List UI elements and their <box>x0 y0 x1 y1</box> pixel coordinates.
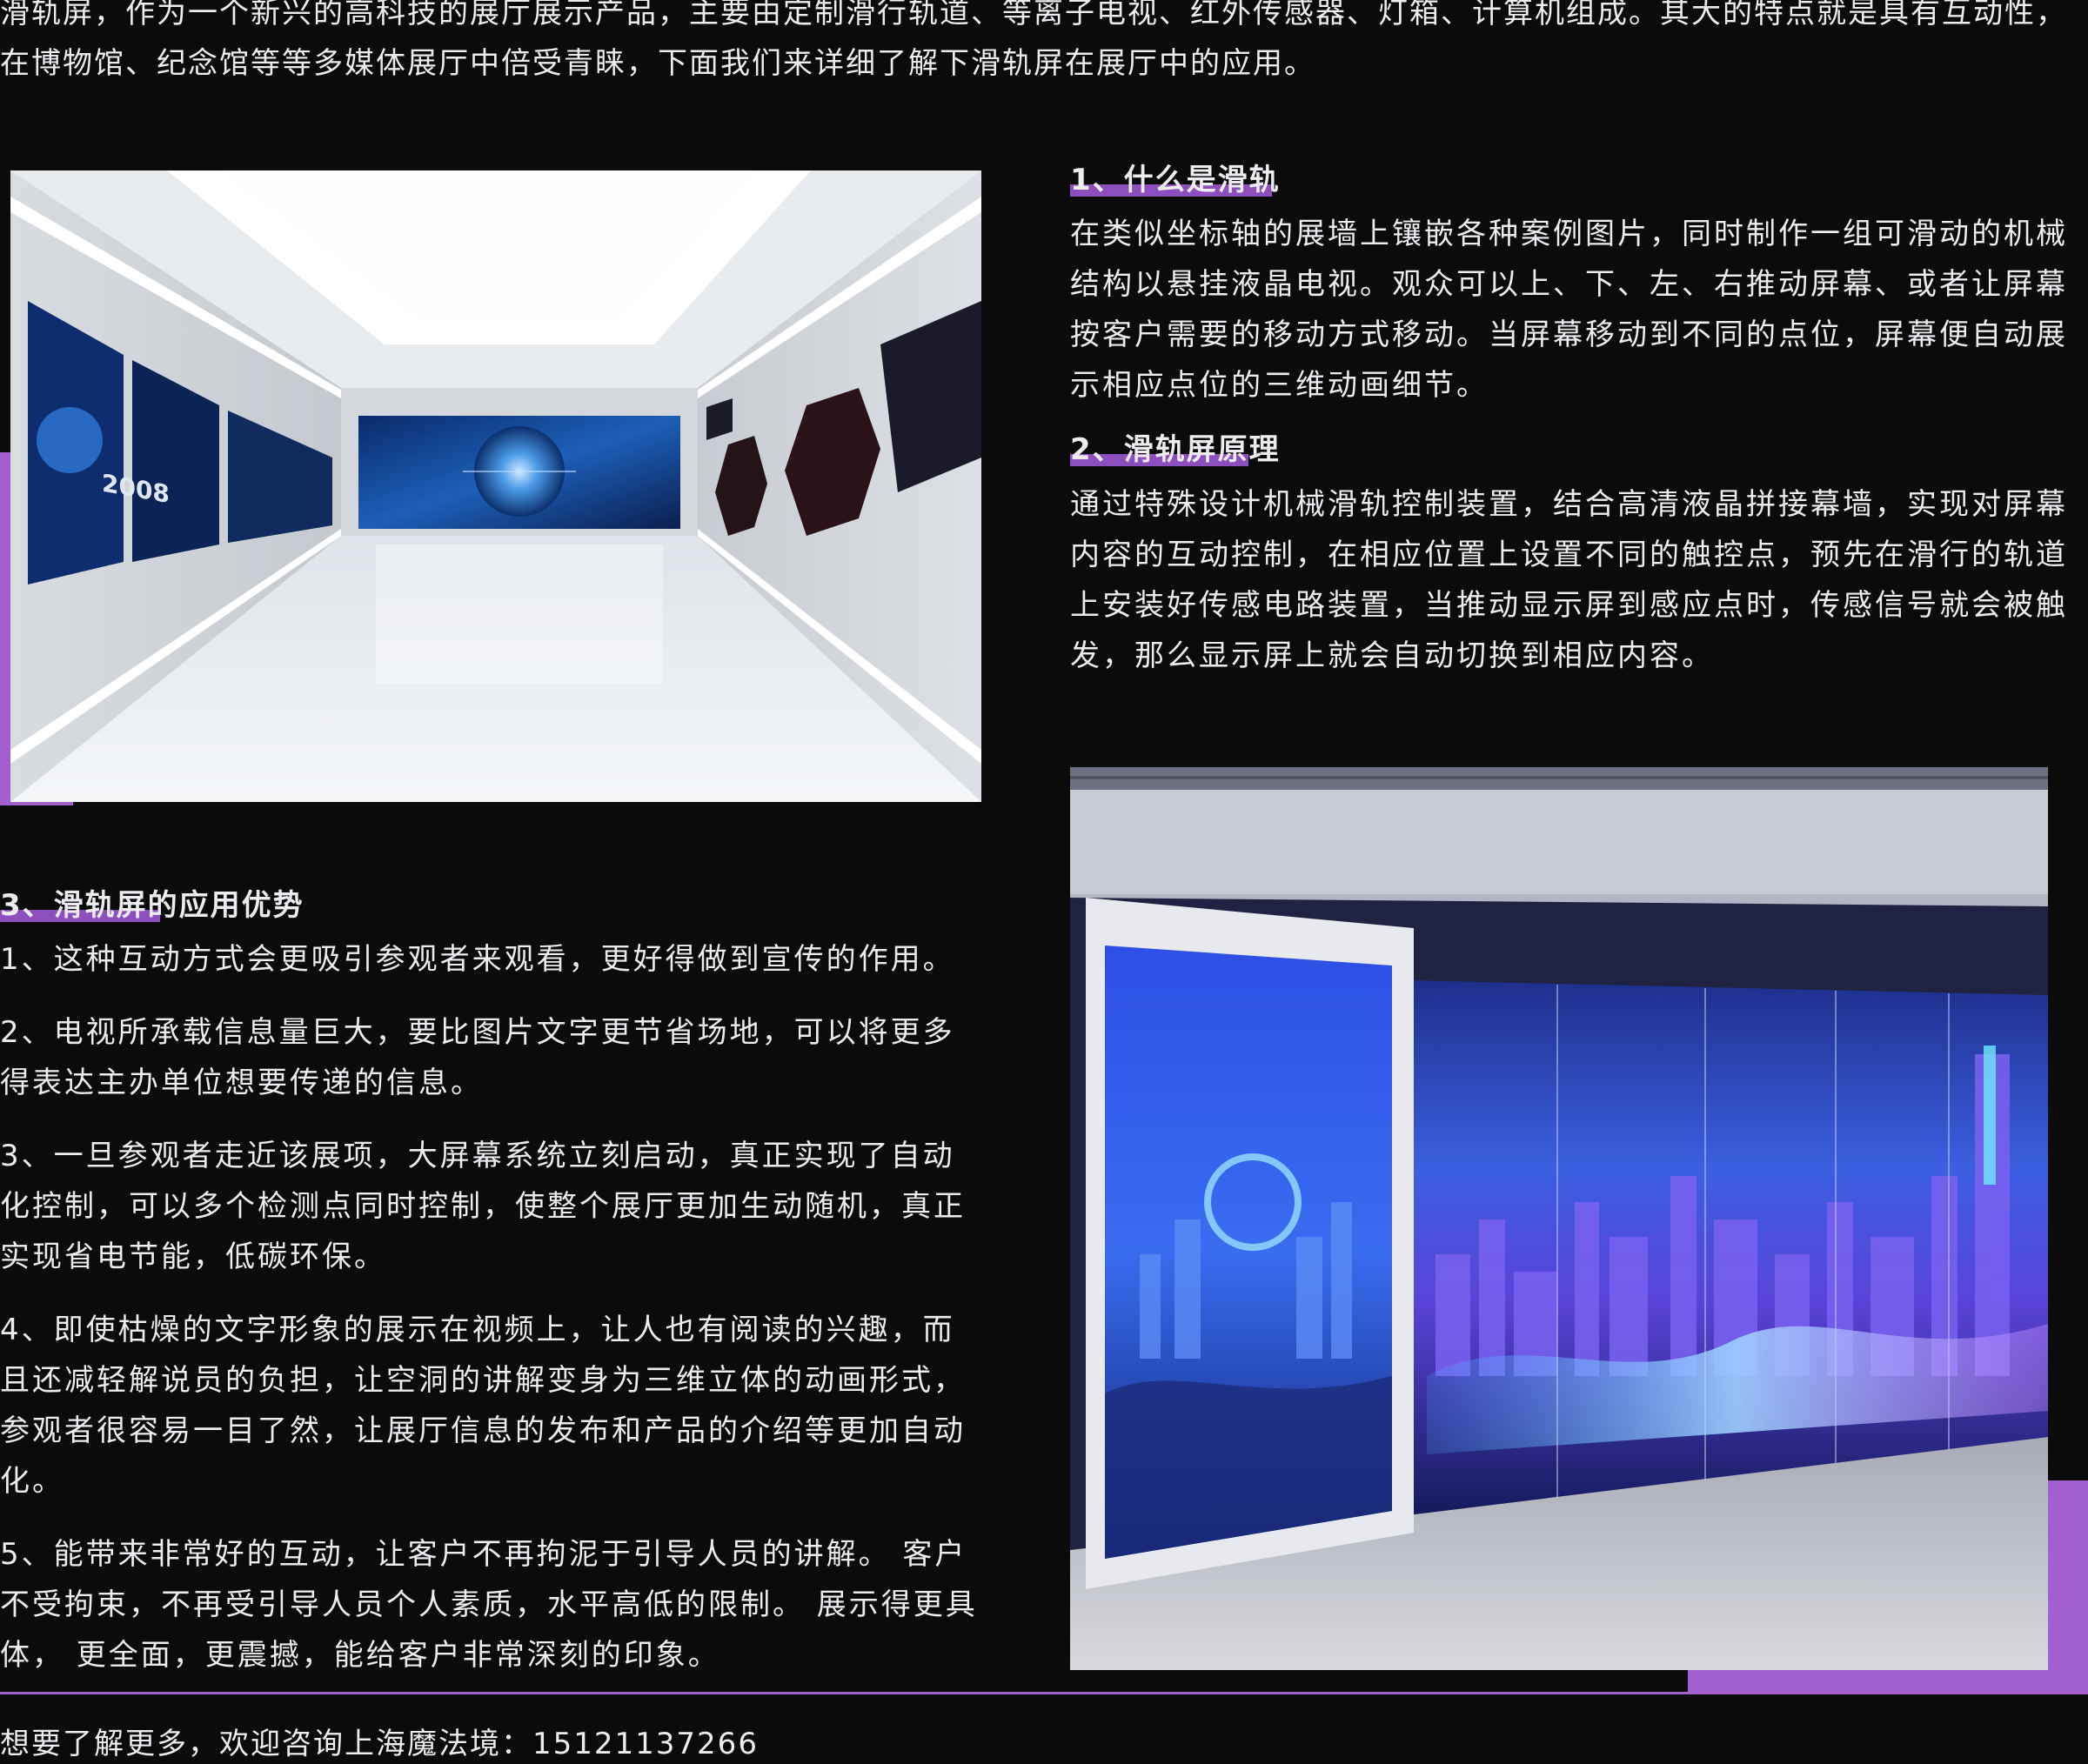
list-item: 2、电视所承载信息量巨大，要比图片文字更节省场地，可以将更多得表达主办单位想要传… <box>0 1015 955 1100</box>
advantages-list: 1、这种互动方式会更吸引参观者来观看，更好得做到宣传的作用。 2、电视所承载信息… <box>0 934 983 1703</box>
exhibition-hall-photo: 2008 <box>10 170 981 802</box>
section-title-principle: 2、滑轨屏原理 <box>1070 432 1281 467</box>
section-title-advantages: 3、滑轨屏的应用优势 <box>0 888 304 923</box>
contact-footer: 想要了解更多，欢迎咨询上海魔法境：15121137266 <box>0 1727 759 1761</box>
sliding-rail-screen-photo <box>1070 767 2048 1670</box>
intro-paragraph: 滑轨屏，作为一个新兴的高科技的展厅展示产品，主要由定制滑行轨道、等离子电视、红外… <box>0 0 2067 81</box>
list-item: 3、一旦参观者走近该展项，大屏幕系统立刻启动，真正实现了自动化控制，可以多个检测… <box>0 1139 966 1274</box>
section-title-what-is-sliding-rail: 1、什么是滑轨 <box>1070 163 1281 197</box>
accent-bar-right <box>2048 1480 2088 1693</box>
accent-strip-bottom <box>1688 1668 2088 1693</box>
section-text-what-is-sliding-rail: 在类似坐标轴的展墙上镶嵌各种案例图片，同时制作一组可滑动的机械结构以悬挂液晶电视… <box>1070 217 2068 403</box>
list-item: 1、这种互动方式会更吸引参观者来观看，更好得做到宣传的作用。 <box>0 942 955 977</box>
list-item: 5、能带来非常好的互动，让客户不再拘泥于引导人员的讲解。 客户不受拘束，不再受引… <box>0 1537 978 1673</box>
list-item: 4、即使枯燥的文字形象的展示在视频上，让人也有阅读的兴趣，而且还减轻解说员的负担… <box>0 1313 966 1499</box>
divider <box>0 1692 2088 1694</box>
section-text-principle: 通过特殊设计机械滑轨控制装置，结合高清液晶拼接幕墙，实现对屏幕内容的互动控制，在… <box>1070 487 2068 673</box>
